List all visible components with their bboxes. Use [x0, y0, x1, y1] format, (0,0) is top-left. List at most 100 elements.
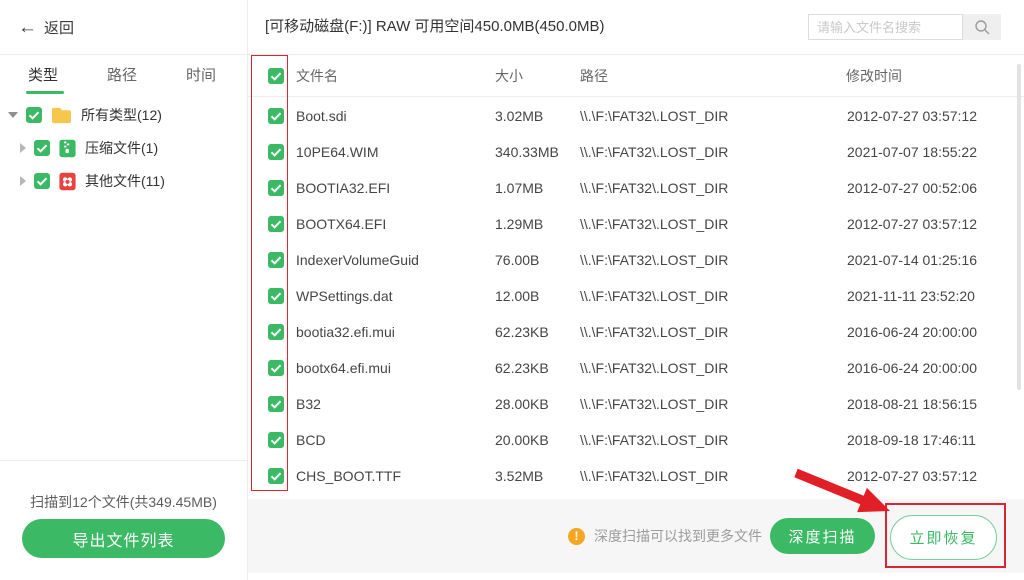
file-path-cell: \\.\F:\FAT32\.LOST_DIR: [580, 314, 728, 350]
caret-down-icon[interactable]: [8, 112, 18, 118]
column-header-path: 路径: [580, 55, 608, 97]
table-row[interactable]: bootia32.efi.mui 62.23KB \\.\F:\FAT32\.L…: [248, 314, 1024, 350]
tree-checkbox[interactable]: [26, 107, 42, 123]
file-size-cell: 3.52MB: [495, 458, 543, 494]
file-size-cell: 1.07MB: [495, 170, 543, 206]
file-size-cell: 76.00B: [495, 242, 539, 278]
file-path-cell: \\.\F:\FAT32\.LOST_DIR: [580, 206, 728, 242]
tree-item-other-files[interactable]: 其他文件(11): [20, 165, 165, 197]
table-row[interactable]: CHS_BOOT.TTF 3.52MB \\.\F:\FAT32\.LOST_D…: [248, 458, 1024, 494]
file-name-cell: BOOTX64.EFI: [296, 206, 386, 242]
table-row[interactable]: IndexerVolumeGuid 76.00B \\.\F:\FAT32\.L…: [248, 242, 1024, 278]
file-mtime-cell: 2012-07-27 03:57:12: [847, 98, 977, 134]
page-title: [可移动磁盘(F:)] RAW 可用空间450.0MB(450.0MB): [265, 0, 605, 54]
table-row[interactable]: BOOTIA32.EFI 1.07MB \\.\F:\FAT32\.LOST_D…: [248, 170, 1024, 206]
file-mtime-cell: 2012-07-27 03:57:12: [847, 458, 977, 494]
file-name-cell: BOOTIA32.EFI: [296, 170, 390, 206]
other-file-icon: [58, 172, 77, 191]
file-size-cell: 12.00B: [495, 278, 539, 314]
tree-checkbox[interactable]: [34, 140, 50, 156]
file-size-cell: 28.00KB: [495, 386, 549, 422]
tree-item-label: 压缩文件(1): [85, 138, 158, 158]
file-name-cell: B32: [296, 386, 321, 422]
table-row[interactable]: WPSettings.dat 12.00B \\.\F:\FAT32\.LOST…: [248, 278, 1024, 314]
archive-file-icon: [58, 139, 77, 158]
file-mtime-cell: 2021-07-07 18:55:22: [847, 134, 977, 170]
back-label: 返回: [44, 17, 74, 38]
file-size-cell: 62.23KB: [495, 350, 549, 386]
tree-item-label: 其他文件(11): [85, 171, 165, 191]
search-button[interactable]: [963, 14, 1001, 40]
row-checkbox[interactable]: [268, 432, 284, 448]
back-arrow-icon: ←: [18, 18, 37, 37]
search-icon: [974, 19, 991, 36]
tree-item-archive-files[interactable]: 压缩文件(1): [20, 132, 158, 164]
file-mtime-cell: 2016-06-24 20:00:00: [847, 314, 977, 350]
column-header-mtime: 修改时间: [846, 55, 902, 97]
folder-icon: [50, 106, 73, 125]
file-mtime-cell: 2018-09-18 17:46:11: [847, 422, 976, 458]
select-all-checkbox[interactable]: [268, 68, 284, 84]
file-name-cell: WPSettings.dat: [296, 278, 393, 314]
row-checkbox[interactable]: [268, 288, 284, 304]
row-checkbox[interactable]: [268, 396, 284, 412]
file-mtime-cell: 2012-07-27 00:52:06: [847, 170, 977, 206]
back-button[interactable]: ← 返回: [18, 15, 74, 39]
file-path-cell: \\.\F:\FAT32\.LOST_DIR: [580, 242, 728, 278]
file-name-cell: bootia32.efi.mui: [296, 314, 395, 350]
footer-bar: ! 深度扫描可以找到更多文件 深度扫描 立即恢复: [248, 499, 1024, 573]
row-checkbox[interactable]: [268, 144, 284, 160]
file-name-cell: Boot.sdi: [296, 98, 347, 134]
row-checkbox[interactable]: [268, 252, 284, 268]
row-checkbox[interactable]: [268, 216, 284, 232]
tree-checkbox[interactable]: [34, 173, 50, 189]
scan-summary: 扫描到12个文件(共349.45MB): [0, 492, 247, 512]
file-size-cell: 340.33MB: [495, 134, 559, 170]
file-path-cell: \\.\F:\FAT32\.LOST_DIR: [580, 458, 728, 494]
row-checkbox[interactable]: [268, 108, 284, 124]
file-name-cell: 10PE64.WIM: [296, 134, 378, 170]
column-header-name: 文件名: [296, 55, 338, 97]
file-mtime-cell: 2018-08-21 18:56:15: [847, 386, 977, 422]
table-row[interactable]: BOOTX64.EFI 1.29MB \\.\F:\FAT32\.LOST_DI…: [248, 206, 1024, 242]
export-file-list-button[interactable]: 导出文件列表: [22, 519, 225, 558]
active-tab-underline: [26, 91, 64, 94]
row-checkbox[interactable]: [268, 468, 284, 484]
table-rows: Boot.sdi 3.02MB \\.\F:\FAT32\.LOST_DIR 2…: [248, 98, 1024, 494]
table-row[interactable]: Boot.sdi 3.02MB \\.\F:\FAT32\.LOST_DIR 2…: [248, 98, 1024, 134]
caret-right-icon[interactable]: [20, 143, 26, 153]
file-path-cell: \\.\F:\FAT32\.LOST_DIR: [580, 422, 728, 458]
tab-path[interactable]: 路径: [107, 55, 137, 97]
file-path-cell: \\.\F:\FAT32\.LOST_DIR: [580, 170, 728, 206]
table-row[interactable]: B32 28.00KB \\.\F:\FAT32\.LOST_DIR 2018-…: [248, 386, 1024, 422]
file-mtime-cell: 2021-07-14 01:25:16: [847, 242, 977, 278]
warning-icon: !: [568, 528, 585, 545]
file-name-cell: bootx64.efi.mui: [296, 350, 391, 386]
deep-scan-button[interactable]: 深度扫描: [770, 518, 875, 554]
row-checkbox[interactable]: [268, 180, 284, 196]
file-name-cell: CHS_BOOT.TTF: [296, 458, 401, 494]
recover-now-button[interactable]: 立即恢复: [890, 515, 997, 560]
tab-time[interactable]: 时间: [186, 55, 216, 97]
row-checkbox[interactable]: [268, 360, 284, 376]
file-size-cell: 1.29MB: [495, 206, 543, 242]
file-path-cell: \\.\F:\FAT32\.LOST_DIR: [580, 278, 728, 314]
caret-right-icon[interactable]: [20, 176, 26, 186]
row-checkbox[interactable]: [268, 324, 284, 340]
table-row[interactable]: 10PE64.WIM 340.33MB \\.\F:\FAT32\.LOST_D…: [248, 134, 1024, 170]
tree-item-label: 所有类型(12): [81, 105, 162, 125]
file-size-cell: 62.23KB: [495, 314, 549, 350]
vertical-scrollbar[interactable]: [1017, 64, 1021, 390]
file-path-cell: \\.\F:\FAT32\.LOST_DIR: [580, 350, 728, 386]
file-size-cell: 20.00KB: [495, 422, 549, 458]
search-input[interactable]: [808, 14, 963, 40]
tree-item-all-types[interactable]: 所有类型(12): [8, 99, 162, 131]
table-row[interactable]: BCD 20.00KB \\.\F:\FAT32\.LOST_DIR 2018-…: [248, 422, 1024, 458]
file-mtime-cell: 2012-07-27 03:57:12: [847, 206, 977, 242]
table-row[interactable]: bootx64.efi.mui 62.23KB \\.\F:\FAT32\.LO…: [248, 350, 1024, 386]
file-path-cell: \\.\F:\FAT32\.LOST_DIR: [580, 134, 728, 170]
file-name-cell: BCD: [296, 422, 326, 458]
file-path-cell: \\.\F:\FAT32\.LOST_DIR: [580, 98, 728, 134]
file-size-cell: 3.02MB: [495, 98, 543, 134]
file-name-cell: IndexerVolumeGuid: [296, 242, 419, 278]
